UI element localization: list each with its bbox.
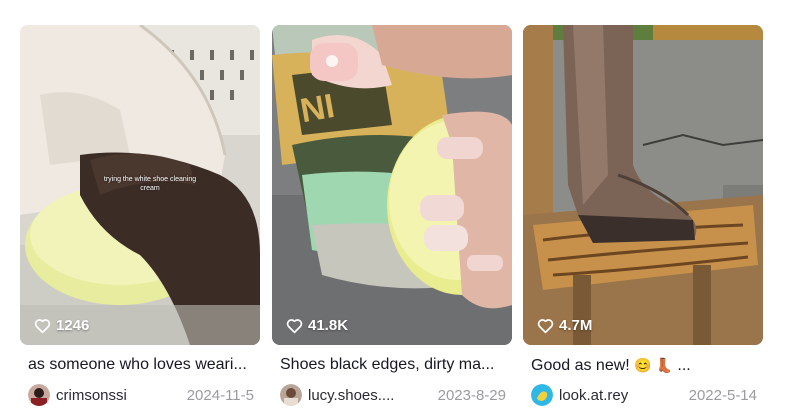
video-overlay-text: trying the white shoe cleaning cream	[103, 176, 197, 192]
video-card-1[interactable]: trying the white shoe cleaning cream 124…	[20, 25, 260, 407]
post-date: 2023-8-29	[437, 386, 506, 404]
avatar[interactable]	[280, 384, 302, 406]
video-caption[interactable]: as someone who loves weari...	[20, 355, 258, 375]
avatar[interactable]	[28, 384, 50, 406]
video-meta: crimsonssi 2024-11-5	[20, 383, 260, 407]
username-link[interactable]: crimsonssi	[56, 387, 127, 404]
post-date: 2022-5-14	[688, 386, 757, 404]
like-count-value: 41.8K	[308, 317, 349, 334]
video-thumbnail[interactable]: trying the white shoe cleaning cream 124…	[20, 25, 260, 345]
svg-text:NI: NI	[297, 87, 337, 130]
heart-outline-icon	[537, 318, 554, 333]
username-link[interactable]: look.at.rey	[559, 387, 628, 404]
video-meta: look.at.rey 2022-5-14	[523, 383, 763, 407]
like-count-value: 4.7M	[559, 317, 593, 334]
video-card-2[interactable]: NI 41.8K Shoes black edges, dirty ma...	[272, 25, 512, 407]
like-count-value: 1246	[56, 317, 90, 334]
video-thumbnail[interactable]: 4.7M	[523, 25, 763, 345]
caption-text: Good as new!	[531, 357, 630, 374]
caption-emojis: 😊 👢	[634, 357, 673, 373]
thumbnail-image	[523, 25, 763, 345]
username-link[interactable]: lucy.shoes....	[308, 387, 394, 404]
like-count: 4.7M	[537, 317, 592, 334]
video-caption[interactable]: Shoes black edges, dirty ma...	[272, 355, 510, 375]
post-date: 2024-11-5	[186, 386, 254, 404]
heart-outline-icon	[34, 318, 51, 333]
like-count: 41.8K	[286, 317, 348, 334]
video-card-3[interactable]: 4.7M Good as new! 😊 👢 ... look.at.rey 20…	[523, 25, 763, 407]
caption-ellipsis: ...	[677, 357, 691, 374]
thumbnail-image: NI	[272, 25, 512, 345]
video-thumbnail[interactable]: NI 41.8K	[272, 25, 512, 345]
heart-outline-icon	[286, 318, 303, 333]
video-meta: lucy.shoes.... 2023-8-29	[272, 383, 512, 407]
video-caption[interactable]: Good as new! 😊 👢 ...	[523, 355, 761, 375]
avatar[interactable]	[531, 384, 553, 406]
like-count: 1246	[34, 317, 89, 334]
